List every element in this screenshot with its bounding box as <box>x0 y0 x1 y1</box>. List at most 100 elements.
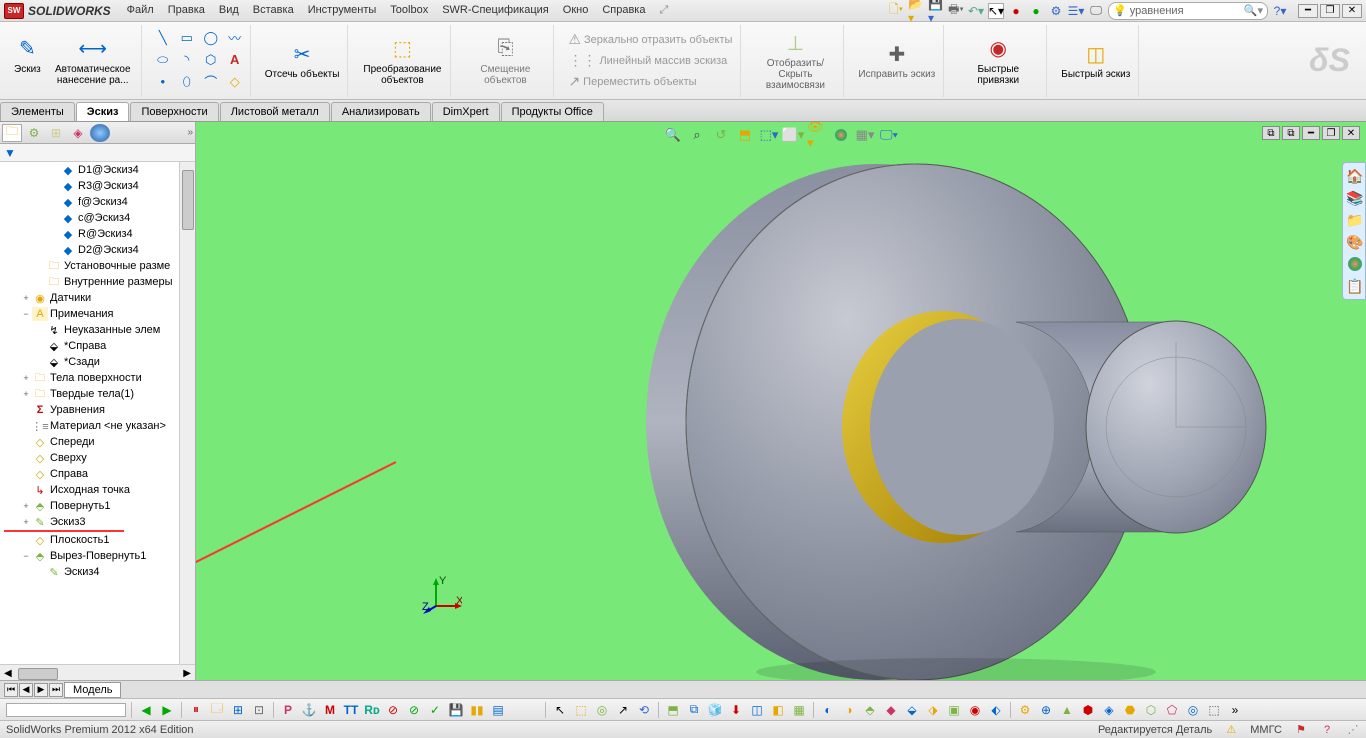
tl2-mate-icon[interactable]: ◎ <box>593 702 611 718</box>
offset-button[interactable]: ⎘ Смещение объектов <box>461 34 549 88</box>
taskpane-library-icon[interactable]: 📚 <box>1345 188 1365 208</box>
tree-item[interactable]: ◆f@Эскиз4 <box>0 194 195 210</box>
tl4-1-icon[interactable]: ◐ <box>819 702 837 718</box>
doc-maximize-button[interactable]: ❐ <box>1322 126 1340 140</box>
tl-p-icon[interactable]: P <box>279 702 297 718</box>
trim-button[interactable]: ✂ Отсечь объекты <box>261 39 344 82</box>
tl4-6-icon[interactable]: ⬗ <box>924 702 942 718</box>
doc-split2-icon[interactable]: ⧉ <box>1282 126 1300 140</box>
tl-ico-3[interactable]: ⊡ <box>250 702 268 718</box>
menu-toolbox[interactable]: Toolbox <box>384 2 434 19</box>
convert-button[interactable]: ⬚ Преобразование объектов <box>358 34 446 88</box>
model-tab[interactable]: Модель <box>64 682 121 698</box>
status-warning-icon[interactable]: ⚠ <box>1224 723 1238 737</box>
fm-dim-tab-icon[interactable]: ◈ <box>68 124 88 142</box>
tab-analyze[interactable]: Анализировать <box>331 102 431 121</box>
tree-item[interactable]: +🗀Твердые тела(1) <box>0 386 195 402</box>
tl3-5-icon[interactable]: ◫ <box>748 702 766 718</box>
taskpane-explorer-icon[interactable]: 📁 <box>1345 210 1365 230</box>
tl3-2-icon[interactable]: ⧉ <box>685 702 703 718</box>
tree-item[interactable]: ↳Исходная точка <box>0 482 195 498</box>
taskpane-home-icon[interactable]: 🏠 <box>1345 166 1365 186</box>
line-tool-icon[interactable]: ╲ <box>152 29 174 47</box>
plane-tool-icon[interactable]: ◇ <box>224 73 246 91</box>
tl4-5-icon[interactable]: ⬙ <box>903 702 921 718</box>
select-icon[interactable]: ↖▾ <box>988 3 1004 19</box>
graphics-viewport[interactable]: 🔍 ⌕ ↺ ⬒ ⬚▾ ⬜▾ 👁▾ ▦▾ 🖵▾ ⧉ ⧉ ━ ❐ ✕ 🏠 📚 📁 🎨… <box>196 122 1366 682</box>
tl3-1-icon[interactable]: ⬒ <box>664 702 682 718</box>
fm-config-tab-icon[interactable]: ⊞ <box>46 124 66 142</box>
tl5-7-icon[interactable]: ⬡ <box>1142 702 1160 718</box>
tree-expander-icon[interactable]: − <box>20 309 32 319</box>
window-close-button[interactable]: ✕ <box>1342 4 1362 18</box>
timeline-scrollbar[interactable] <box>6 703 126 717</box>
tl-tt-icon[interactable]: TT <box>342 702 360 718</box>
tree-item[interactable]: ◆D2@Эскиз4 <box>0 242 195 258</box>
save-doc-icon[interactable]: 💾▾ <box>928 3 944 19</box>
fm-display-tab-icon[interactable] <box>90 124 110 142</box>
tree-item[interactable]: ⬙*Сзади <box>0 354 195 370</box>
status-units[interactable]: ММГС <box>1250 724 1282 736</box>
menu-help[interactable]: Справка <box>596 2 651 19</box>
autodimension-button[interactable]: ⟷ Автоматическое нанесение ра... <box>49 34 137 88</box>
play-icon[interactable]: ▶ <box>158 702 176 718</box>
tree-item[interactable]: ↯Неуказанные элем <box>0 322 195 338</box>
tl5-3-icon[interactable]: ▲ <box>1058 702 1076 718</box>
tree-item[interactable]: ◇Спереди <box>0 434 195 450</box>
tl-ico-2[interactable]: ⊞ <box>229 702 247 718</box>
tree-item[interactable]: ◇Плоскость1 <box>0 532 195 548</box>
options-icon[interactable]: ☰▾ <box>1068 3 1084 19</box>
traffic-green-icon[interactable]: ● <box>1028 3 1044 19</box>
repair-sketch-button[interactable]: ✚ Исправить эскиз <box>854 39 939 82</box>
tl5-1-icon[interactable]: ⚙ <box>1016 702 1034 718</box>
menu-file[interactable]: Файл <box>121 2 160 19</box>
tree-item[interactable]: ◆D1@Эскиз4 <box>0 162 195 178</box>
tl3-6-icon[interactable]: ◧ <box>769 702 787 718</box>
mirror-button[interactable]: ⚠Зеркально отразить объекты <box>564 29 736 50</box>
status-flag-icon[interactable]: ⚑ <box>1294 723 1308 737</box>
quick-snaps-button[interactable]: ◉ Быстрые привязки <box>954 34 1042 88</box>
tl-grid-icon[interactable]: ▤ <box>489 702 507 718</box>
tree-item[interactable]: ◆c@Эскиз4 <box>0 210 195 226</box>
undo-icon[interactable]: ↶▾ <box>968 3 984 19</box>
taskpane-custom-icon[interactable]: 📋 <box>1345 276 1365 296</box>
traffic-red-icon[interactable]: ● <box>1008 3 1024 19</box>
taskpane-appearance-icon[interactable] <box>1345 254 1365 274</box>
tl5-9-icon[interactable]: ◎ <box>1184 702 1202 718</box>
tl-bars-icon[interactable]: ▮▮ <box>468 702 486 718</box>
play-reverse-icon[interactable]: ◀ <box>137 702 155 718</box>
fm-tree-tab-icon[interactable]: 🗀 <box>2 124 22 142</box>
tl-anchor-icon[interactable]: ⚓ <box>300 702 318 718</box>
tree-item[interactable]: ⬙*Справа <box>0 338 195 354</box>
tree-item[interactable]: 🗀Внутренние размеры <box>0 274 195 290</box>
tl4-8-icon[interactable]: ◉ <box>966 702 984 718</box>
pause-icon[interactable]: ⏸ <box>187 702 205 718</box>
menu-insert[interactable]: Вставка <box>247 2 300 19</box>
status-help-icon[interactable]: ? <box>1320 723 1334 737</box>
tab-office[interactable]: Продукты Office <box>501 102 604 121</box>
doc-minimize-button[interactable]: ━ <box>1302 126 1320 140</box>
text-tool-icon[interactable]: A <box>224 51 246 69</box>
tl5-4-icon[interactable]: ⬢ <box>1079 702 1097 718</box>
tl-check-icon[interactable]: ✓ <box>426 702 444 718</box>
tl2-rotate-icon[interactable]: ⟲ <box>635 702 653 718</box>
tl-r-icon[interactable]: Rᴅ <box>363 702 381 718</box>
tl5-8-icon[interactable]: ⬠ <box>1163 702 1181 718</box>
open-doc-icon[interactable]: 📂▾ <box>908 3 924 19</box>
tl-ico-1[interactable]: 🗔 <box>208 702 226 718</box>
menu-window[interactable]: Окно <box>557 2 595 19</box>
doc-split1-icon[interactable]: ⧉ <box>1262 126 1280 140</box>
tl3-3-icon[interactable]: 🧊 <box>706 702 724 718</box>
show-relations-button[interactable]: ⊥ Отобразить/Скрыть взаимосвязи <box>751 28 839 93</box>
tl2-part-icon[interactable]: ⬚ <box>572 702 590 718</box>
tab-features[interactable]: Элементы <box>0 102 75 121</box>
tree-item[interactable]: 🗀Установочные разме <box>0 258 195 274</box>
bt-next-icon[interactable]: ▶ <box>34 683 48 697</box>
tl4-3-icon[interactable]: ⬘ <box>861 702 879 718</box>
tl2-select-icon[interactable]: ↖ <box>551 702 569 718</box>
window-minimize-button[interactable]: ━ <box>1298 4 1318 18</box>
tl4-7-icon[interactable]: ▣ <box>945 702 963 718</box>
doc-close-button[interactable]: ✕ <box>1342 126 1360 140</box>
tl5-6-icon[interactable]: ⬣ <box>1121 702 1139 718</box>
tree-item[interactable]: +🗀Тела поверхности <box>0 370 195 386</box>
